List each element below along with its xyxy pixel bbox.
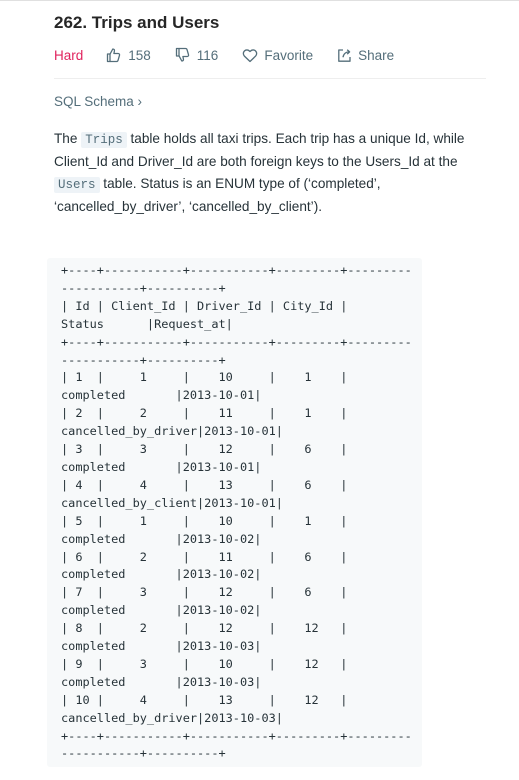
share-icon xyxy=(338,48,351,62)
like-button[interactable]: 158 xyxy=(106,47,151,63)
dislike-count: 116 xyxy=(196,47,219,63)
trips-code: Trips xyxy=(81,132,127,148)
dislike-button[interactable]: 116 xyxy=(175,47,219,63)
description-text: The xyxy=(54,131,82,146)
problem-meta-row: Hard 158 116 Favorite Share xyxy=(54,45,394,65)
difficulty-badge: Hard xyxy=(54,47,84,63)
thumbs-down-icon xyxy=(175,47,190,62)
favorite-button[interactable]: Favorite xyxy=(242,48,313,63)
heart-icon xyxy=(243,48,258,62)
problem-description: The Trips table holds all taxi trips. Ea… xyxy=(54,128,494,218)
share-label: Share xyxy=(358,47,395,63)
users-code: Users xyxy=(54,177,100,193)
favorite-label: Favorite xyxy=(264,47,314,63)
problem-title: 262. Trips and Users xyxy=(54,13,220,32)
like-count: 158 xyxy=(128,47,151,63)
thumbs-up-icon xyxy=(107,48,121,63)
sql-schema-link[interactable]: SQL Schema › xyxy=(54,94,142,109)
top-border xyxy=(0,0,519,1)
trips-table-text: +----+-----------+-----------+---------+… xyxy=(61,263,412,761)
share-button[interactable]: Share xyxy=(337,48,394,63)
header-divider xyxy=(54,78,486,79)
description-text: table. Status is an ENUM type of (‘compl… xyxy=(54,176,381,214)
